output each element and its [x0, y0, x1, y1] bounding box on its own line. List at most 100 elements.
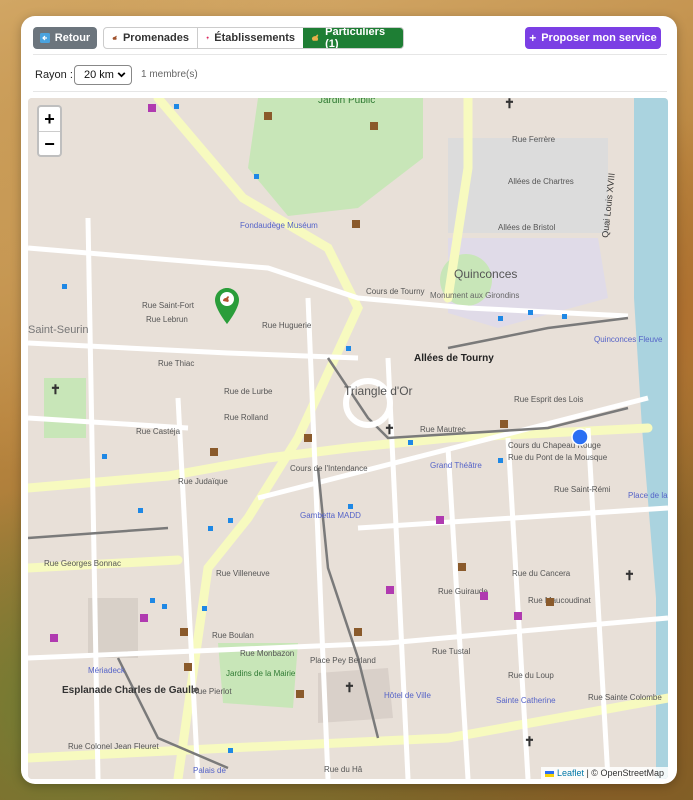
map-label: Place de la Bourse	[628, 491, 668, 500]
place-pey-berland	[318, 668, 393, 723]
map-label: Rue du Hâ	[324, 765, 363, 774]
zoom-out-button[interactable]: −	[39, 132, 60, 156]
justice-icon	[352, 220, 360, 228]
osm-attribution[interactable]: OpenStreetMap	[600, 768, 664, 778]
map-label: Fondaudège Muséum	[240, 221, 318, 230]
plus-icon: +	[529, 31, 537, 45]
map-label: Mériadeck	[88, 666, 126, 675]
map-label: Rue Villeneuve	[216, 569, 270, 578]
tab-label: Établissements	[214, 32, 295, 44]
attribution-separator: | ©	[583, 768, 601, 778]
map-label: Rue Tustal	[432, 647, 470, 656]
map-label: Triangle d'Or	[344, 384, 413, 398]
cinema-icon	[304, 434, 312, 442]
church-icon: ✝	[50, 382, 61, 397]
user-location-dot	[571, 428, 589, 446]
map-label: Grand Théâtre	[430, 461, 482, 470]
church-icon: ✝	[344, 680, 355, 695]
map-label: Rue Sainte Colombe	[588, 693, 662, 702]
map-label: Rue Colonel Jean Fleuret	[68, 742, 159, 751]
museum-icon	[184, 663, 192, 671]
map-label: Hôtel de Ville	[384, 691, 432, 700]
tab-promenades[interactable]: Promenades	[104, 28, 198, 48]
map-label: Rue Judaïque	[178, 477, 228, 486]
museum-icon	[180, 628, 188, 636]
member-marker[interactable]	[215, 288, 239, 324]
museum-icon	[264, 112, 272, 120]
map-label: Monument aux Girondins	[430, 291, 519, 300]
tab-particuliers[interactable]: Particuliers (1)	[303, 28, 403, 48]
map-label: Allées de Chartres	[508, 177, 574, 186]
map-label: Quinconces Fleuve	[594, 335, 663, 344]
radius-filter: Rayon : 20 km 1 membre(s)	[33, 54, 667, 92]
dog-icon	[112, 35, 117, 40]
radius-label: Rayon :	[35, 69, 73, 81]
museum-icon	[354, 628, 362, 636]
back-button[interactable]: Retour	[33, 27, 97, 49]
map-label: Cours de Tourny	[366, 287, 425, 296]
map-label: Rue Esprit des Lois	[514, 395, 583, 404]
map-label: Rue Castéja	[136, 427, 181, 436]
map-label: Place Pey Berland	[310, 656, 376, 665]
map-label: Rue Georges Bonnac	[44, 559, 121, 568]
map-label: Rue Saint-Rémi	[554, 485, 611, 494]
toolbar: Retour Promenades Établissements Particu…	[33, 27, 661, 49]
map-label: Rue Boulan	[212, 631, 254, 640]
propose-service-button[interactable]: + Proposer mon service	[525, 27, 661, 49]
map-label: Rue Pierlot	[192, 687, 232, 696]
church-icon: ✝	[624, 568, 635, 583]
propose-service-label: Proposer mon service	[541, 32, 657, 44]
member-count: 1 membre(s)	[141, 69, 198, 80]
map-label: Esplanade Charles de Gaulle	[62, 685, 200, 696]
map-label: Rue Saint-Fort	[142, 301, 195, 310]
map-label: Rue Thiac	[158, 359, 194, 368]
map-label: Rue du Loup	[508, 671, 554, 680]
church-icon: ✝	[504, 98, 515, 111]
map-label: Saint-Seurin	[28, 324, 89, 336]
theatre-icon	[370, 122, 378, 130]
dog-icon	[311, 34, 319, 41]
map-label: Cours de l'Intendance	[290, 464, 368, 473]
map-label: Allées de Tourny	[414, 353, 494, 364]
map-label: Rue de Lurbe	[224, 387, 273, 396]
map-label: Jardin Public	[318, 98, 375, 106]
map-label: Rue Lebrun	[146, 315, 188, 324]
map-label: Allées de Bristol	[498, 223, 556, 232]
back-button-label: Retour	[54, 32, 91, 44]
map-label: Jardins de la Mairie	[226, 669, 296, 678]
church-icon: ✝	[524, 734, 535, 749]
map-attribution: Leaflet | © OpenStreetMap	[541, 767, 668, 779]
map-label: Palais de	[193, 766, 226, 775]
zoom-in-button[interactable]: +	[39, 107, 60, 132]
tab-label: Promenades	[122, 32, 189, 44]
museum-icon	[296, 690, 304, 698]
arrow-left-icon	[39, 33, 50, 43]
map-label: Rue du Cancera	[512, 569, 571, 578]
theatre-icon	[500, 420, 508, 428]
tab-etablissements[interactable]: Établissements	[198, 28, 303, 48]
map-label: Gambetta MADD	[300, 511, 361, 520]
museum-icon	[458, 563, 466, 571]
services-map-card: Retour Promenades Établissements Particu…	[21, 16, 677, 784]
radius-select[interactable]: 20 km	[74, 65, 132, 85]
church-icon: ✝	[384, 422, 395, 437]
leaflet-link[interactable]: Leaflet	[557, 768, 584, 778]
map-label: Rue Ferrère	[512, 135, 556, 144]
map-label: Quinconces	[454, 267, 517, 281]
map[interactable]: Jardin Public Quinconces Allées de Tourn…	[28, 98, 668, 779]
map-label: Rue Maucoudinat	[528, 596, 591, 605]
chevron-down-icon	[117, 72, 126, 78]
pin-icon	[206, 36, 209, 40]
map-label: Rue Monbazon	[240, 649, 294, 658]
cinema-icon	[546, 598, 554, 606]
map-label: Sainte Catherine	[496, 696, 556, 705]
map-label: Rue du Pont de la Mousque	[508, 453, 608, 462]
map-label: Rue Huguerie	[262, 321, 312, 330]
tab-label: Particuliers (1)	[325, 27, 386, 49]
map-label: Rue Mautrec	[420, 425, 466, 434]
map-label: Rue Rolland	[224, 413, 268, 422]
zoom-control: + −	[37, 105, 62, 157]
theatre-icon	[210, 448, 218, 456]
category-tabs: Promenades Établissements Particuliers (…	[103, 27, 404, 49]
radius-value: 20 km	[84, 69, 114, 81]
